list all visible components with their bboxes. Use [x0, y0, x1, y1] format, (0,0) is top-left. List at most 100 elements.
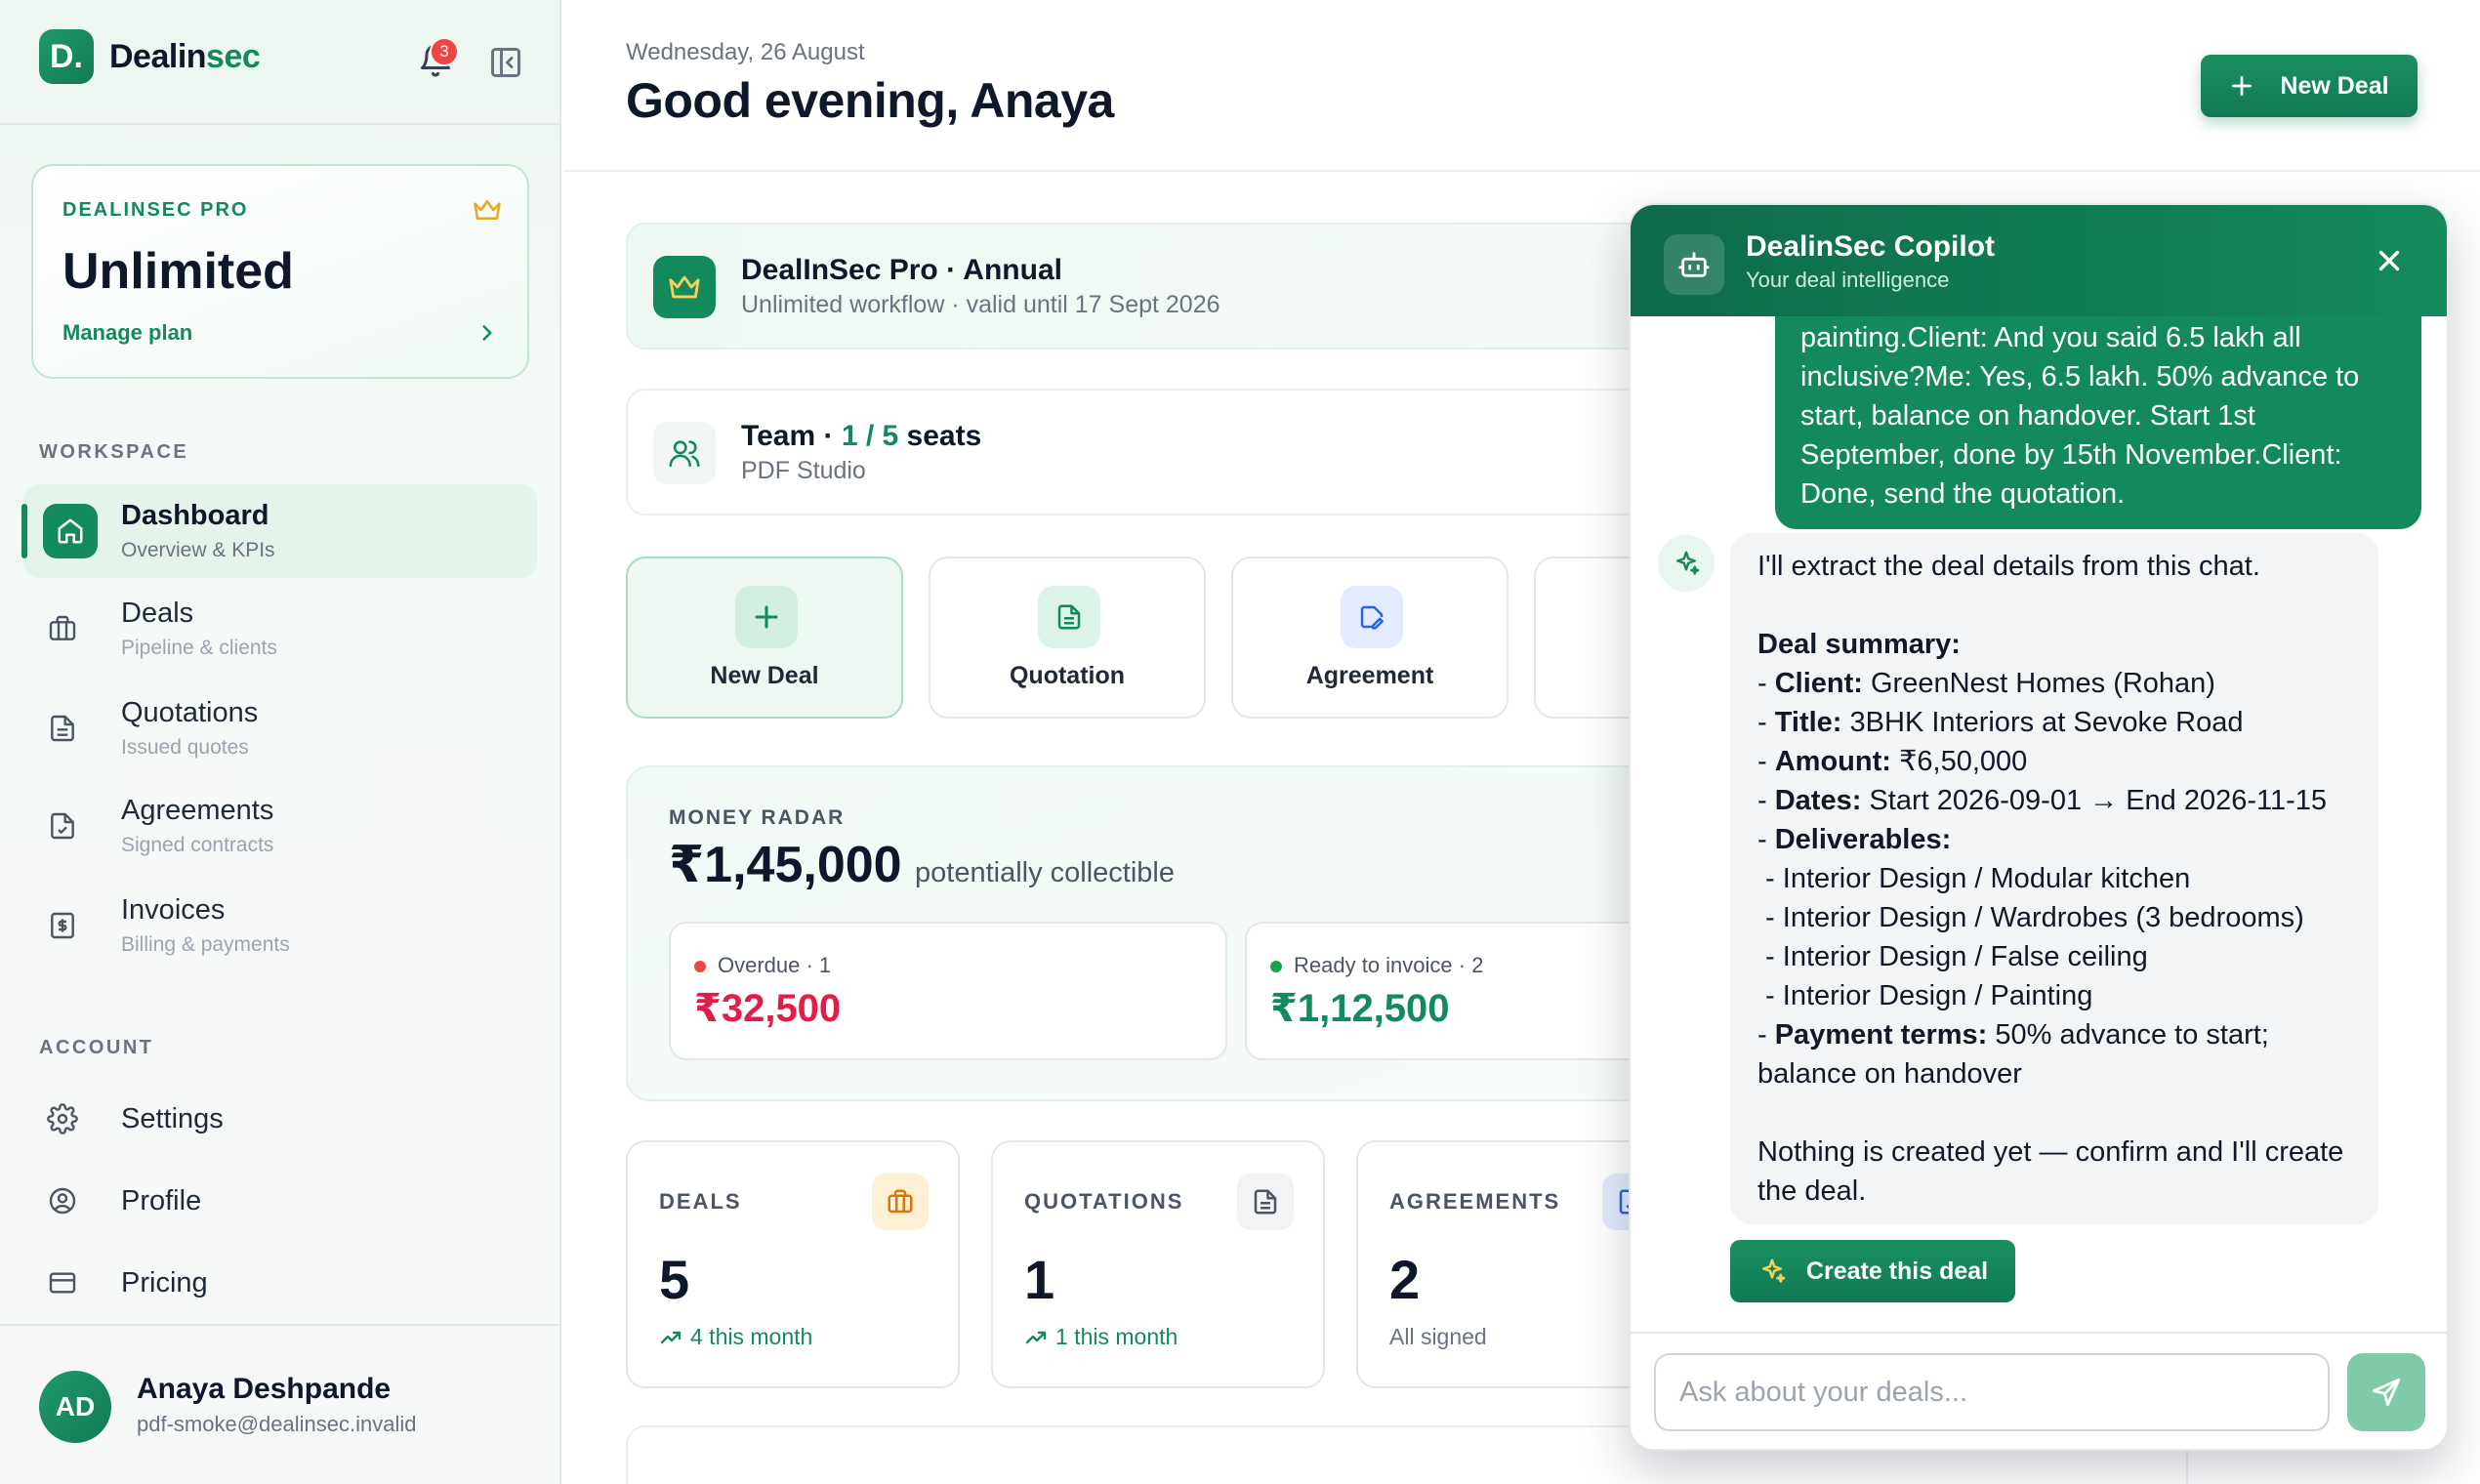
nav-subtitle: Pipeline & clients [121, 637, 277, 659]
plus-icon [735, 586, 798, 648]
sidebar-item-profile[interactable]: Profile [23, 1166, 537, 1236]
radar-kicker: MONEY RADAR [669, 806, 846, 829]
sidebar-item-quotations[interactable]: Quotations Issued quotes [23, 681, 537, 775]
plus-icon [2232, 75, 2253, 97]
gear-icon [43, 1099, 82, 1138]
nav-title: Agreements [121, 795, 274, 826]
workspace-label: WORKSPACE [39, 441, 189, 463]
status-dot [694, 961, 706, 972]
nav-title: Quotations [121, 697, 259, 728]
briefcase-icon [872, 1174, 929, 1230]
quick-action-new-deal[interactable]: New Deal [626, 556, 903, 719]
crown-icon [474, 200, 501, 220]
close-icon[interactable] [2373, 244, 2406, 277]
ready-value: ₹1,12,500 [1270, 987, 1450, 1030]
overdue-value: ₹32,500 [694, 987, 842, 1030]
document-icon [1038, 586, 1100, 648]
copilot-subtitle: Your deal intelligence [1746, 268, 1950, 292]
copilot-input[interactable] [1654, 1353, 2330, 1431]
robot-icon [1664, 234, 1724, 295]
new-deal-label: New Deal [2280, 71, 2389, 100]
overdue-box[interactable]: Overdue · 1 ₹32,500 [669, 922, 1227, 1060]
kpi-value: 5 [659, 1249, 690, 1310]
collapse-sidebar-icon[interactable] [488, 45, 523, 80]
kpi-trend: 4 this month [659, 1324, 812, 1350]
sidebar-item-deals[interactable]: Deals Pipeline & clients [23, 582, 537, 676]
nav-subtitle: Billing & payments [121, 933, 290, 956]
sparkle-icon [1761, 1258, 1786, 1283]
trend-up-icon [1025, 1331, 1047, 1343]
notification-badge: 3 [430, 37, 459, 66]
document-icon [43, 709, 82, 748]
nav-title: Deals [121, 598, 194, 629]
action-label: New Deal [710, 662, 819, 689]
assistant-message: I'll extract the deal details from this … [1730, 533, 2378, 1224]
sidebar-item-settings[interactable]: Settings [23, 1084, 537, 1154]
copilot-composer [1631, 1332, 2447, 1449]
chevron-right-icon[interactable] [475, 320, 500, 346]
user-email: pdf-smoke@dealinsec.invalid [137, 1412, 417, 1436]
sparkle-icon [1658, 535, 1715, 592]
users-icon [653, 422, 716, 484]
quick-action-agreement[interactable]: Agreement [1231, 556, 1509, 719]
create-deal-label: Create this deal [1805, 1257, 1989, 1285]
document-icon [1237, 1174, 1294, 1230]
kpi-quotations[interactable]: QUOTATIONS 1 1 this month [991, 1140, 1325, 1388]
briefcase-icon [43, 609, 82, 648]
nav-subtitle: Overview & KPIs [121, 539, 275, 561]
quick-action-quotation[interactable]: Quotation [929, 556, 1206, 719]
receipt-icon [43, 906, 82, 945]
divider [0, 123, 561, 125]
crown-icon [653, 256, 716, 318]
plan-title: Unlimited [62, 243, 294, 300]
send-button[interactable] [2347, 1353, 2425, 1431]
subscription-title: DealInSec Pro · Annual [741, 254, 1062, 286]
nav-title: Profile [121, 1185, 202, 1216]
active-indicator [21, 504, 27, 558]
document-check-icon [43, 806, 82, 845]
manage-plan-link[interactable]: Manage plan [62, 320, 192, 346]
sidebar-item-agreements[interactable]: Agreements Signed contracts [23, 779, 537, 873]
kpi-label: AGREEMENTS [1389, 1189, 1561, 1214]
action-label: Agreement [1305, 662, 1434, 689]
kpi-value: 2 [1389, 1249, 1421, 1310]
action-label: Quotation [1009, 662, 1126, 689]
team-desc: PDF Studio [741, 457, 866, 484]
user-profile[interactable]: AD Anaya Deshpande pdf-smoke@dealinsec.i… [0, 1326, 561, 1484]
sidebar-item-invoices[interactable]: Invoices Billing & payments [23, 879, 537, 972]
copilot-messages[interactable]: painting.Client: And you said 6.5 lakh a… [1631, 316, 2447, 1332]
nav-title: Invoices [121, 894, 226, 926]
radar-amount: ₹1,45,000 [669, 837, 902, 893]
new-deal-button[interactable]: New Deal [2201, 55, 2418, 117]
pen-document-icon [1341, 586, 1403, 648]
nav-title: Settings [121, 1103, 224, 1134]
kpi-deals[interactable]: DEALS 5 4 this month [626, 1140, 960, 1388]
current-date: Wednesday, 26 August [626, 39, 865, 65]
kpi-label: DEALS [659, 1189, 742, 1214]
sidebar-item-dashboard[interactable]: Dashboard Overview & KPIs [21, 484, 537, 578]
copilot-title: DealinSec Copilot [1746, 230, 1996, 263]
avatar: AD [39, 1371, 111, 1443]
nav-subtitle: Signed contracts [121, 834, 274, 856]
user-message: painting.Client: And you said 6.5 lakh a… [1775, 316, 2421, 529]
brand[interactable]: D. Dealinsec [39, 29, 261, 84]
kpi-note: All signed [1389, 1324, 1487, 1349]
plan-kicker: DEALINSEC PRO [62, 199, 249, 221]
radar-note: potentially collectible [915, 857, 1175, 888]
create-deal-button[interactable]: Create this deal [1730, 1240, 2015, 1302]
send-icon [2372, 1378, 2401, 1407]
sidebar-item-pricing[interactable]: Pricing [23, 1248, 537, 1318]
overdue-label: Overdue · 1 [718, 953, 832, 977]
ready-label: Ready to invoice · 2 [1294, 953, 1484, 977]
brand-logo: D. [39, 29, 94, 84]
copilot-header: DealinSec Copilot Your deal intelligence [1631, 205, 2447, 316]
credit-card-icon [43, 1263, 82, 1302]
trend-up-icon [660, 1331, 682, 1343]
nav-title: Dashboard [121, 500, 269, 531]
brand-name: Dealinsec [109, 37, 261, 75]
user-circle-icon [43, 1181, 82, 1220]
page-title: Good evening, Anaya [626, 73, 1114, 128]
plan-card: DEALINSEC PRO Unlimited Manage plan [31, 164, 529, 379]
home-icon [43, 504, 98, 558]
subscription-desc: Unlimited workflow · valid until 17 Sept… [741, 291, 1220, 318]
